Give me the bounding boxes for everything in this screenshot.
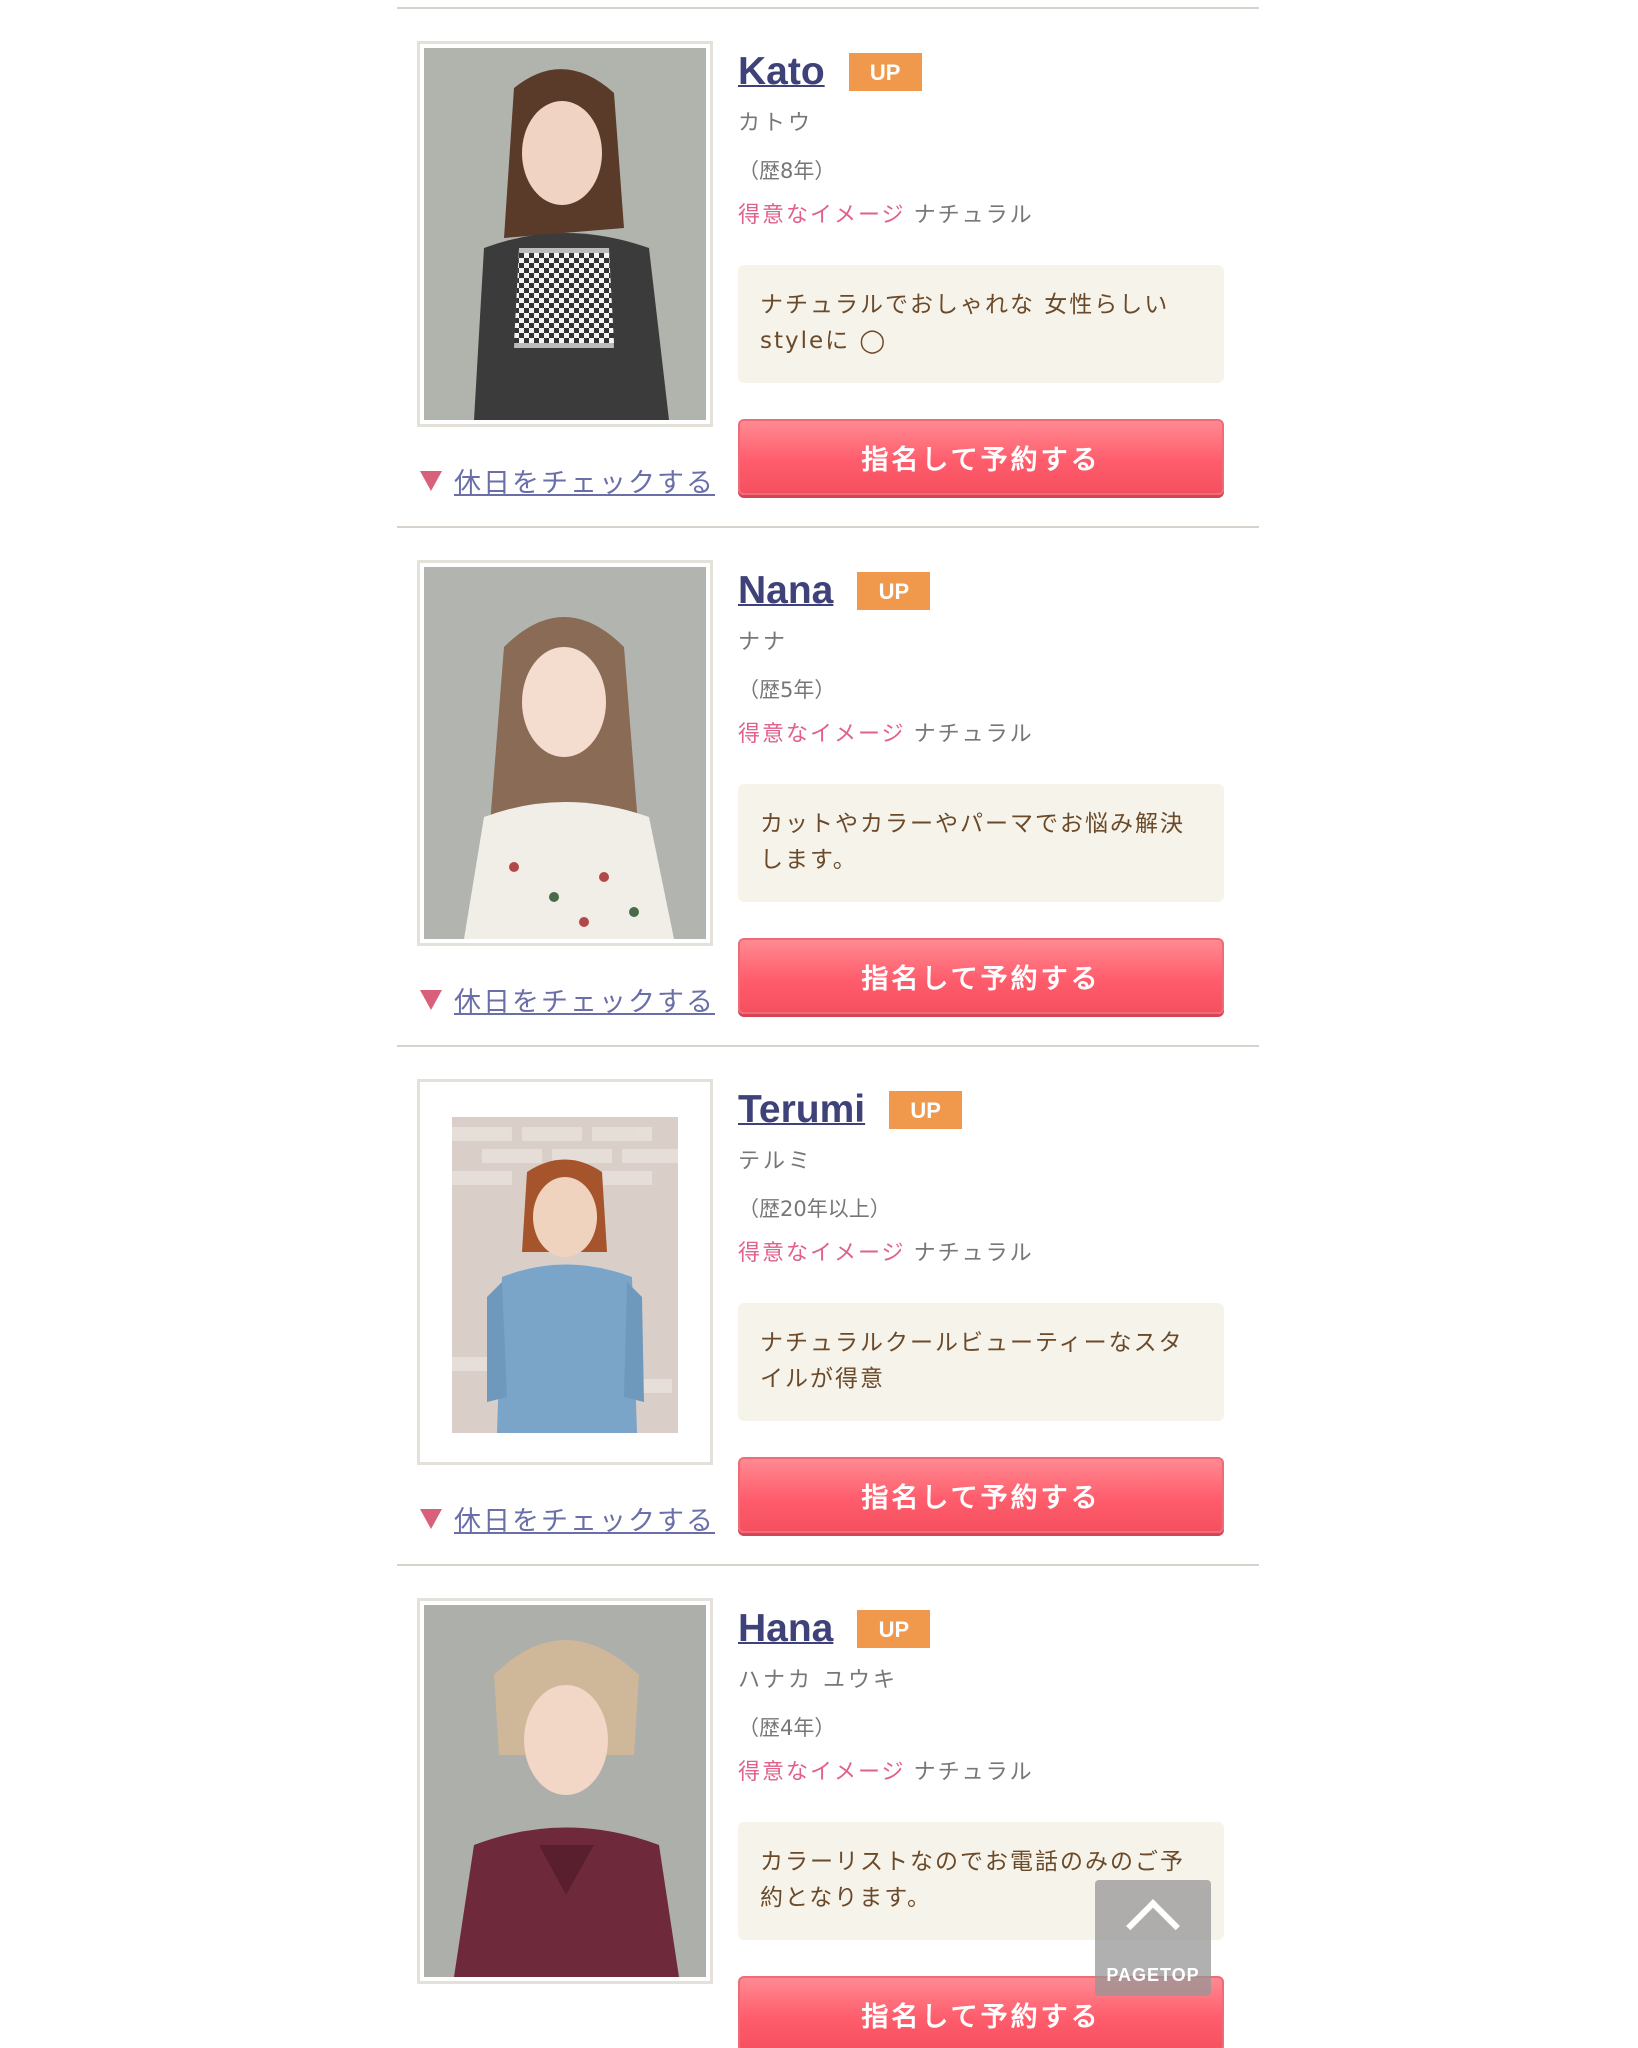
stylist-photo[interactable]	[417, 1598, 713, 1984]
chevron-up-icon	[1126, 1899, 1180, 1953]
stylist-name-link[interactable]: Terumi	[738, 1088, 875, 1132]
stylist-info: Kato UP カトウ （歴8年） 得意なイメージ ナチュラル ナチュラルでおしゃ…	[738, 49, 1224, 495]
holiday-check-link[interactable]: 休日をチェックする	[420, 461, 715, 500]
specialty-label: 得意なイメージ	[738, 1760, 906, 1785]
stylist-message: ナチュラルでおしゃれな 女性らしいstyleに ◯	[738, 265, 1224, 383]
pagetop-label: PAGETOP	[1106, 1965, 1200, 1985]
holiday-check-link[interactable]: 休日をチェックする	[420, 1499, 715, 1538]
reserve-button[interactable]: 指名して予約する	[738, 419, 1224, 495]
holiday-link-label[interactable]: 休日をチェックする	[454, 1499, 715, 1538]
specialty-label: 得意なイメージ	[738, 1241, 906, 1266]
reserve-button[interactable]: 指名して予約する	[738, 1457, 1224, 1533]
holiday-check-link[interactable]: 休日をチェックする	[420, 980, 715, 1019]
stylist-photo[interactable]	[417, 560, 713, 946]
specialty-row: 得意なイメージ ナチュラル	[738, 197, 1224, 229]
up-badge: UP	[857, 572, 931, 610]
specialty-value: ナチュラル	[913, 1760, 1034, 1785]
stylist-card: 休日をチェックする Kato UP カトウ （歴8年） 得意なイメージ ナチュラル…	[397, 9, 1259, 526]
stylist-kana: テルミ	[738, 1149, 814, 1174]
specialty-value: ナチュラル	[913, 1241, 1034, 1266]
stylist-kana: カトウ	[738, 111, 814, 136]
triangle-down-icon	[420, 989, 442, 1010]
specialty-label: 得意なイメージ	[738, 722, 906, 747]
stylist-message: ナチュラルクールビューティーなスタイルが得意	[738, 1303, 1224, 1421]
stylist-kana: ナナ	[738, 630, 789, 655]
stylist-info: Nana UP ナナ （歴5年） 得意なイメージ ナチュラル カットやカラーやパー…	[738, 568, 1224, 1014]
up-badge: UP	[848, 53, 922, 91]
stylist-list-page: 休日をチェックする Kato UP カトウ （歴8年） 得意なイメージ ナチュラル…	[0, 0, 1638, 2048]
stylist-name-link[interactable]: Kato	[738, 50, 835, 94]
up-badge: UP	[857, 1610, 931, 1648]
specialty-row: 得意なイメージ ナチュラル	[738, 1754, 1224, 1786]
specialty-row: 得意なイメージ ナチュラル	[738, 1235, 1224, 1267]
stylist-career: （歴8年）	[738, 159, 836, 183]
stylist-career: （歴5年）	[738, 678, 836, 702]
specialty-row: 得意なイメージ ナチュラル	[738, 716, 1224, 748]
stylist-career: （歴20年以上）	[738, 1197, 891, 1221]
stylist-name-link[interactable]: Nana	[738, 569, 843, 613]
reserve-button[interactable]: 指名して予約する	[738, 938, 1224, 1014]
holiday-link-label[interactable]: 休日をチェックする	[454, 461, 715, 500]
stylist-list: 休日をチェックする Kato UP カトウ （歴8年） 得意なイメージ ナチュラル…	[397, 0, 1259, 2048]
stylist-info: Terumi UP テルミ （歴20年以上） 得意なイメージ ナチュラル ナチュラ…	[738, 1087, 1224, 1533]
holiday-link-label[interactable]: 休日をチェックする	[454, 980, 715, 1019]
stylist-career: （歴4年）	[738, 1716, 836, 1740]
pagetop-button[interactable]: PAGETOP	[1095, 1880, 1211, 1996]
stylist-message: カットやカラーやパーマでお悩み解決します。	[738, 784, 1224, 902]
specialty-value: ナチュラル	[913, 203, 1034, 228]
specialty-label: 得意なイメージ	[738, 203, 906, 228]
stylist-card: 休日をチェックする Nana UP ナナ （歴5年） 得意なイメージ ナチュラル …	[397, 528, 1259, 1045]
up-badge: UP	[889, 1091, 963, 1129]
stylist-photo[interactable]	[417, 41, 713, 427]
triangle-down-icon	[420, 470, 442, 491]
stylist-card: 休日をチェックする Terumi UP テルミ （歴20年以上） 得意なイメージ…	[397, 1047, 1259, 1564]
stylist-name-link[interactable]: Hana	[738, 1607, 843, 1651]
specialty-value: ナチュラル	[913, 722, 1034, 747]
stylist-kana: ハナカ ユウキ	[738, 1668, 898, 1693]
stylist-photo[interactable]	[417, 1079, 713, 1465]
triangle-down-icon	[420, 1508, 442, 1529]
